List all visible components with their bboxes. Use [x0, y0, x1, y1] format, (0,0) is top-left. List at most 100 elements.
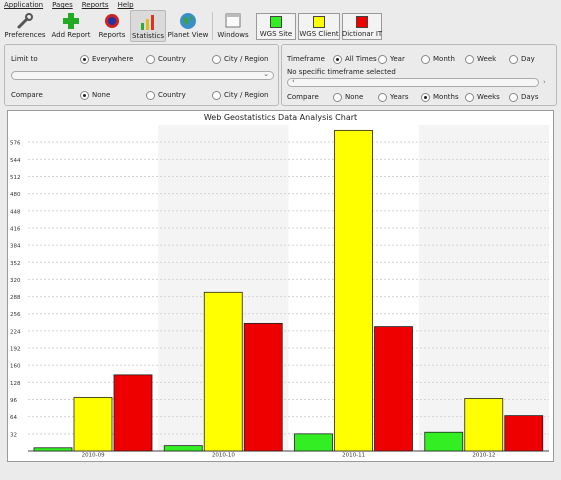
timeframe-all-times-label: All Times [345, 55, 377, 63]
toolbar: Preferences Add Report Reports Statistic… [0, 10, 561, 42]
compare-country-label: Country [158, 91, 186, 99]
limit-city-region-radio[interactable] [212, 55, 221, 64]
bar [424, 431, 464, 452]
limit-city-region-label: City / Region [224, 55, 269, 63]
legend-dictionar-it[interactable]: Dictionar IT [342, 13, 382, 40]
tf-compare-none-radio[interactable] [333, 93, 342, 102]
menu-bar: Application Pages Reports Help [0, 0, 561, 10]
compare-none-radio[interactable] [80, 91, 89, 100]
tf-compare-none-label: None [345, 93, 364, 101]
bar-chart-icon [137, 13, 159, 31]
bar [374, 326, 413, 452]
menu-application[interactable]: Application [4, 0, 43, 10]
tf-compare-weeks-label: Weeks [477, 93, 500, 101]
limit-country-radio[interactable] [146, 55, 155, 64]
timeframe-panel: Timeframe All Times Year Month Week Day … [281, 44, 557, 106]
legend-swatch [356, 16, 368, 28]
legend-wgs-site[interactable]: WGS Site [256, 13, 296, 40]
reports-label: Reports [98, 31, 126, 39]
slider-handle-icon: ‹ [292, 77, 295, 85]
timeframe-label: Timeframe [287, 55, 325, 63]
bar [203, 291, 243, 452]
y-tick-label: 448 [10, 209, 21, 215]
bar [73, 396, 113, 452]
tf-compare-months-label: Months [433, 93, 459, 101]
reports-button[interactable]: Reports [96, 10, 128, 42]
y-tick-label: 160 [10, 364, 21, 370]
timeframe-week-label: Week [477, 55, 497, 63]
toolbar-separator [212, 12, 213, 40]
legend-wgs-client[interactable]: WGS Client [298, 13, 340, 40]
add-report-label: Add Report [51, 31, 91, 39]
y-tick-label: 544 [10, 158, 21, 164]
chart-area: Web Geostatistics Data Analysis Chart 32… [7, 110, 554, 462]
bar [163, 445, 203, 452]
y-tick-label: 576 [10, 141, 21, 147]
y-tick-label: 256 [10, 312, 21, 318]
timeframe-slider[interactable]: ‹ [287, 77, 539, 87]
location-filter-panel: Limit to Everywhere Country City / Regio… [4, 44, 279, 106]
timeframe-month-label: Month [433, 55, 455, 63]
windows-label: Windows [217, 31, 249, 39]
chevron-right-icon[interactable]: › [543, 78, 546, 86]
planet-view-button[interactable]: Planet View [168, 10, 208, 42]
bar [113, 374, 153, 452]
windows-button[interactable]: Windows [216, 10, 250, 42]
planet-view-label: Planet View [167, 31, 209, 39]
tf-compare-years-radio[interactable] [378, 93, 387, 102]
wrench-icon [14, 12, 36, 30]
tf-compare-months-radio[interactable] [421, 93, 430, 102]
x-tick-label: 2010-11 [342, 453, 365, 459]
legend-label: WGS Client [299, 30, 339, 38]
compare-country-radio[interactable] [146, 91, 155, 100]
timeframe-status-text: No specific timeframe selected [287, 68, 396, 76]
x-tick-label: 2010-09 [82, 453, 105, 459]
preferences-button[interactable]: Preferences [4, 10, 46, 42]
bar [243, 322, 283, 452]
y-tick-label: 224 [10, 329, 21, 335]
timeframe-all-times-radio[interactable] [333, 55, 342, 64]
preferences-label: Preferences [4, 31, 46, 39]
y-tick-label: 352 [10, 261, 21, 267]
add-report-button[interactable]: Add Report [50, 10, 92, 42]
y-tick-label: 512 [10, 175, 21, 181]
status-bar [0, 466, 561, 480]
y-tick-label: 64 [10, 415, 17, 421]
compare-none-label: None [92, 91, 111, 99]
timeframe-week-radio[interactable] [465, 55, 474, 64]
timeframe-day-radio[interactable] [509, 55, 518, 64]
location-dropdown[interactable]: ⌄ [11, 70, 274, 80]
tf-compare-days-label: Days [521, 93, 539, 101]
tf-compare-years-label: Years [390, 93, 409, 101]
limit-to-label: Limit to [11, 55, 38, 63]
y-tick-label: 192 [10, 347, 21, 353]
reports-icon [101, 12, 123, 30]
y-tick-label: 288 [10, 295, 21, 301]
menu-pages[interactable]: Pages [52, 0, 73, 10]
legend-swatch [270, 16, 282, 28]
timeframe-year-label: Year [390, 55, 405, 63]
x-tick-label: 2010-12 [472, 453, 495, 459]
compare-label: Compare [11, 91, 43, 99]
bar [33, 447, 73, 452]
y-tick-label: 128 [10, 381, 21, 387]
menu-reports[interactable]: Reports [82, 0, 109, 10]
bar [504, 415, 544, 452]
statistics-label: Statistics [132, 32, 164, 40]
window-icon [222, 12, 244, 30]
tf-compare-weeks-radio[interactable] [465, 93, 474, 102]
menu-help[interactable]: Help [118, 0, 134, 10]
statistics-button[interactable]: Statistics [130, 10, 166, 42]
globe-icon [177, 12, 199, 30]
bar [294, 433, 333, 452]
x-tick-label: 2010-10 [212, 453, 235, 459]
bar-chart: 32 64 96 128 160 192 224 256 288 320 352 384 416 448 4… [10, 125, 549, 459]
compare-city-region-label: City / Region [224, 91, 269, 99]
timeframe-compare-label: Compare [287, 93, 319, 101]
compare-city-region-radio[interactable] [212, 91, 221, 100]
timeframe-year-radio[interactable] [378, 55, 387, 64]
limit-everywhere-radio[interactable] [80, 55, 89, 64]
limit-everywhere-label: Everywhere [92, 55, 134, 63]
timeframe-month-radio[interactable] [421, 55, 430, 64]
tf-compare-days-radio[interactable] [509, 93, 518, 102]
